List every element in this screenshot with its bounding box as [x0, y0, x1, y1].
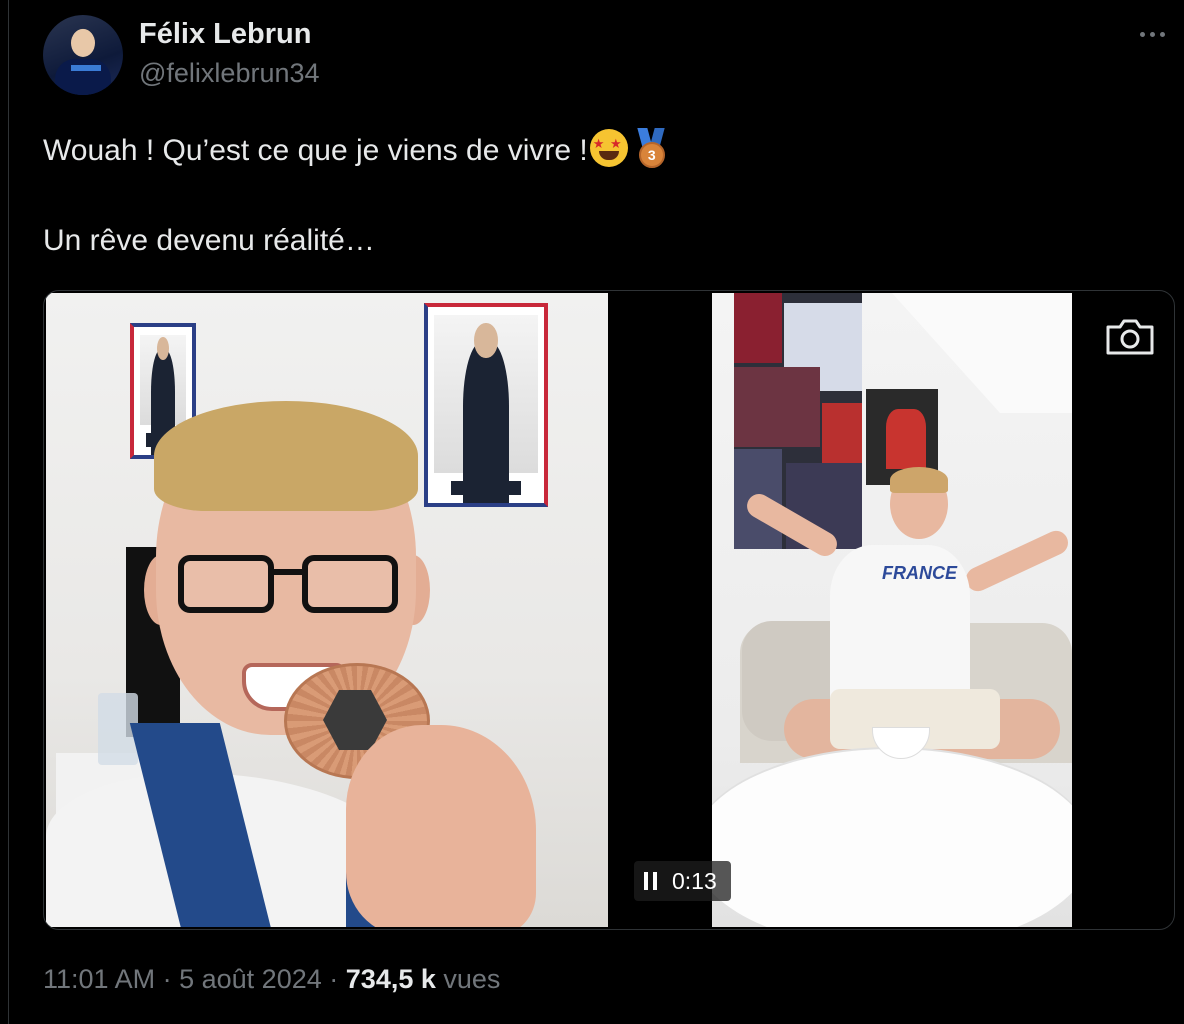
tweet-time[interactable]: 11:01 AM — [43, 964, 155, 994]
hair — [154, 401, 418, 511]
pause-icon[interactable] — [644, 872, 658, 890]
avatar-stripe — [71, 65, 101, 71]
tweet-media[interactable]: FRANCE 0:13 — [43, 290, 1175, 930]
views-count[interactable]: 734,5 k — [346, 964, 436, 994]
tweet-text: Wouah ! Qu’est ce que je viens de vivre … — [43, 134, 588, 167]
author-avatar[interactable] — [43, 15, 123, 95]
bronze-medal-emoji-icon: 3 — [632, 128, 670, 168]
tweet-date[interactable]: 5 août 2024 — [179, 964, 322, 994]
media-photo-left[interactable] — [46, 293, 608, 927]
author-handle[interactable]: @felixlebrun34 — [139, 58, 320, 89]
separator-dot: · — [162, 964, 172, 994]
star-struck-emoji-icon — [589, 129, 628, 167]
camera-icon[interactable] — [1104, 317, 1156, 357]
more-options-icon[interactable] — [1140, 22, 1172, 46]
medal-digit: 3 — [638, 142, 665, 168]
arm-right — [962, 526, 1072, 596]
avatar-face — [71, 29, 95, 57]
tweet-metadata: 11:01 AM · 5 août 2024 · 734,5 k vues — [43, 964, 500, 995]
media-video-right[interactable]: FRANCE — [712, 293, 1072, 927]
glasses — [178, 555, 408, 617]
video-timer: 0:13 — [672, 867, 717, 894]
views-label: vues — [443, 964, 501, 994]
wall-poster-large — [424, 303, 548, 507]
left-border — [8, 0, 9, 1024]
video-controls[interactable]: 0:13 — [634, 861, 731, 901]
tweet-text-line-2: Un rêve devenu réalité… — [43, 224, 375, 257]
tweet-text-line-1: Wouah ! Qu’est ce que je viens de vivre … — [43, 128, 670, 168]
separator-dot: · — [329, 964, 339, 994]
tshirt-text: FRANCE — [882, 563, 957, 583]
hand — [346, 725, 536, 927]
author-name[interactable]: Félix Lebrun — [139, 18, 311, 51]
table — [712, 749, 1072, 927]
hair-right — [890, 467, 948, 493]
